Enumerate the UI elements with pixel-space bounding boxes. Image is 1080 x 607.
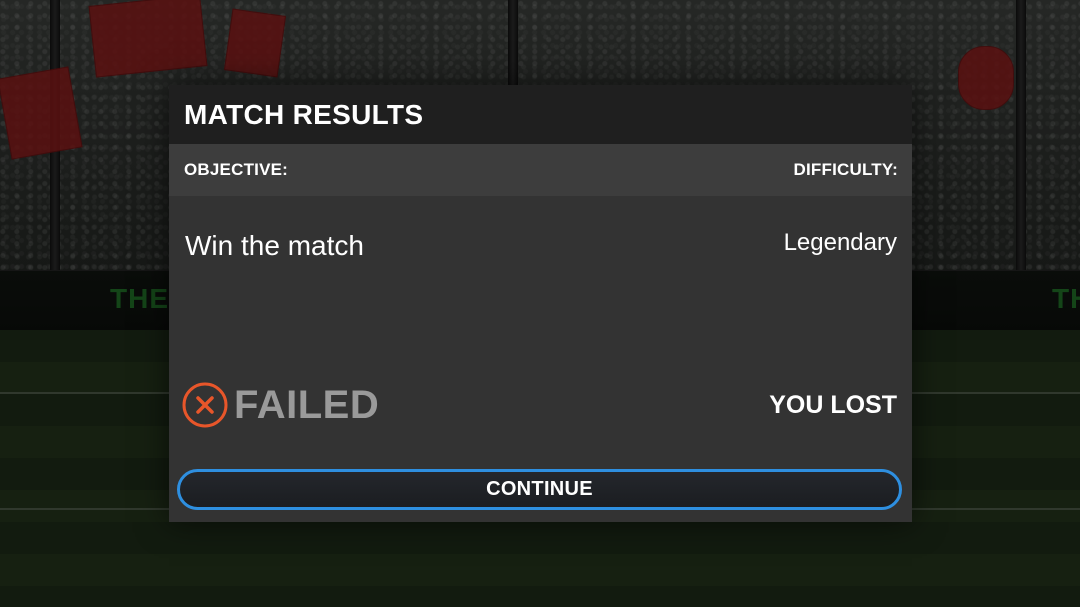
status-text: FAILED xyxy=(234,382,380,427)
result-row: FAILED YOU LOST xyxy=(169,380,912,430)
dialog-title: MATCH RESULTS xyxy=(184,98,424,130)
game-screen: THE TH MATCH RESULTS OBJECTIVE: DIFFICUL… xyxy=(0,0,1080,607)
difficulty-label: DIFFICULTY: xyxy=(793,160,898,179)
labels-row: OBJECTIVE: DIFFICULTY: xyxy=(169,144,912,196)
match-results-dialog: MATCH RESULTS OBJECTIVE: DIFFICULTY: Win… xyxy=(169,85,912,522)
continue-label: CONTINUE xyxy=(486,478,593,500)
objective-value: Win the match xyxy=(185,230,364,261)
match-outcome: YOU LOST xyxy=(769,390,897,419)
continue-button[interactable]: CONTINUE xyxy=(177,469,902,510)
objective-label: OBJECTIVE: xyxy=(184,160,289,179)
status-group: FAILED xyxy=(182,382,379,428)
dialog-header: MATCH RESULTS xyxy=(169,85,912,144)
difficulty-value: Legendary xyxy=(783,229,897,256)
values-row: Win the match Legendary xyxy=(169,196,912,296)
close-circle-icon xyxy=(182,382,228,428)
